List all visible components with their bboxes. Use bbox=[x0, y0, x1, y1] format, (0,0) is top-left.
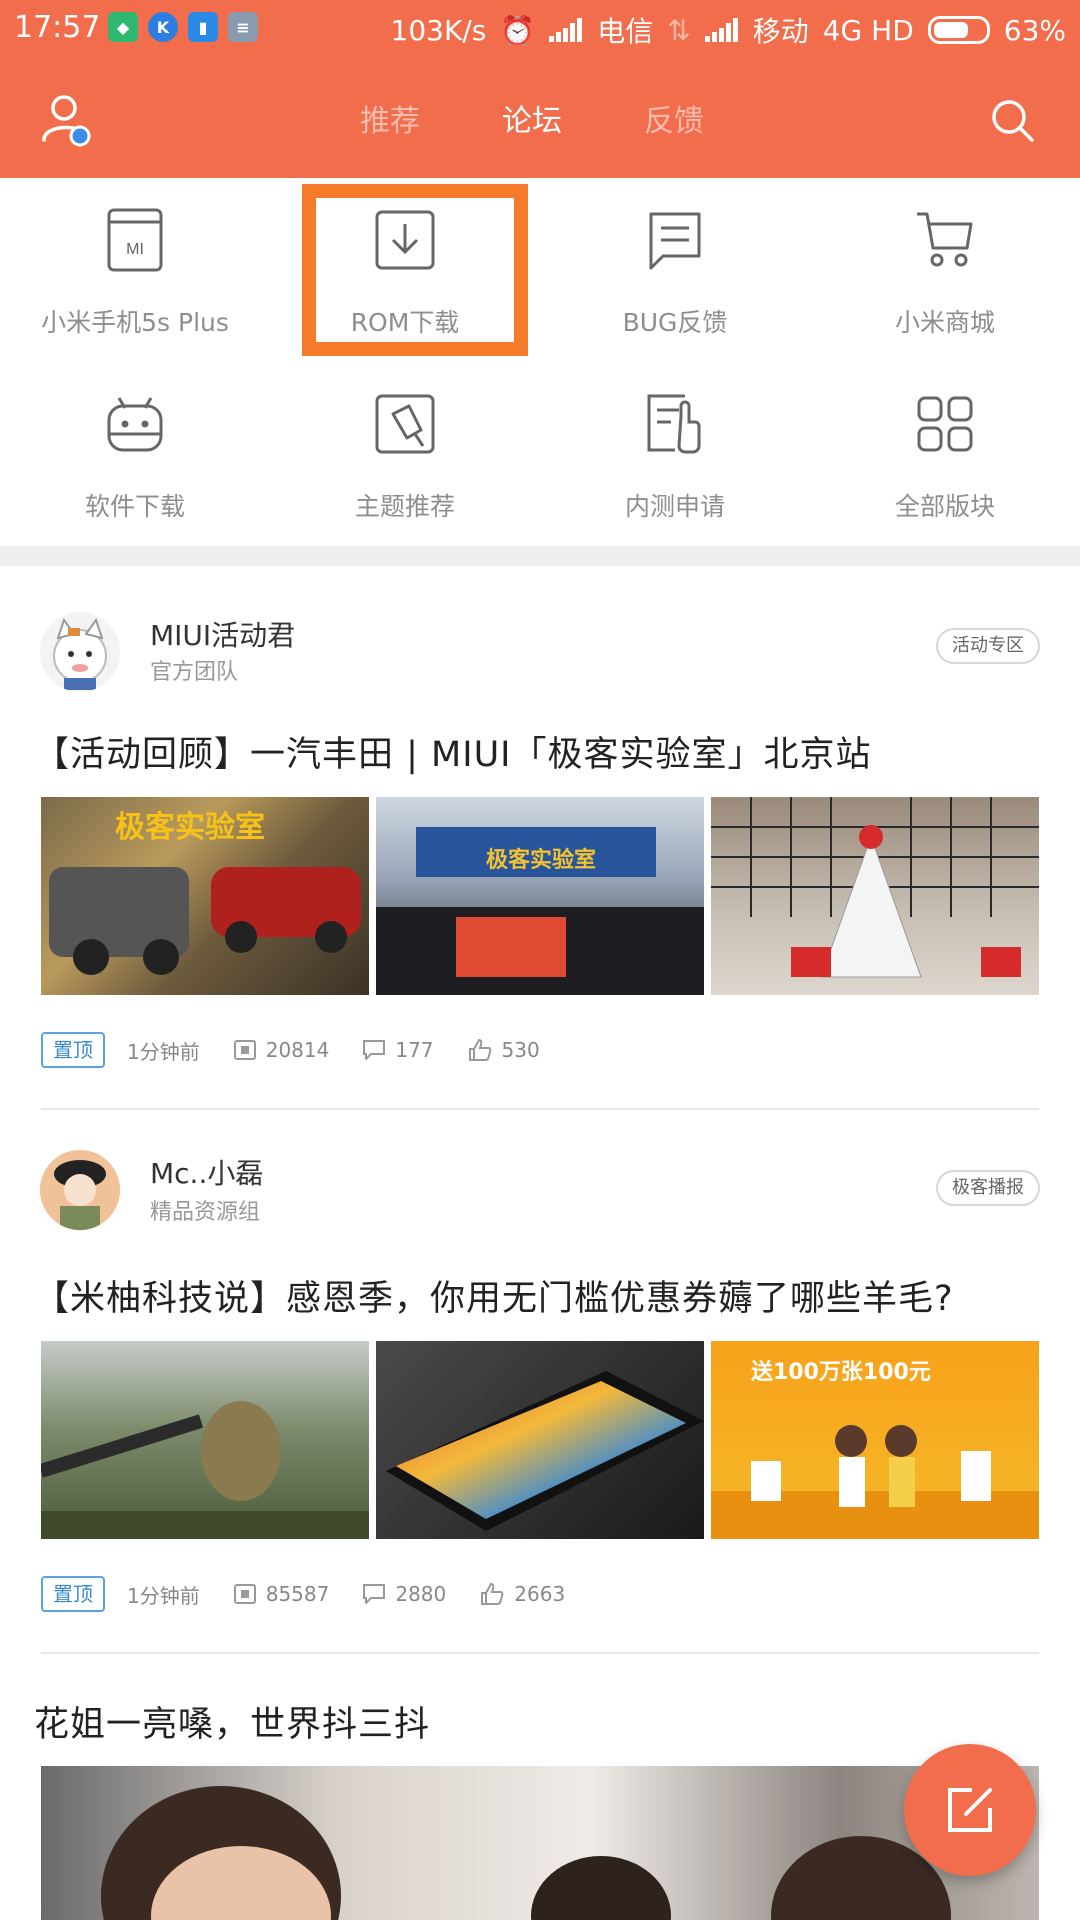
alarm-icon: ⏰ bbox=[500, 13, 536, 47]
battery-percent: 63% bbox=[1003, 13, 1066, 47]
theme-brush-icon bbox=[375, 394, 435, 454]
comment-count[interactable]: 2880 bbox=[363, 1582, 446, 1606]
k-app-icon: K bbox=[148, 12, 178, 42]
data-transfer-icon: ⇅ bbox=[667, 13, 691, 47]
post-meta: 置顶 1分钟前 20814 177 530 bbox=[41, 1032, 574, 1068]
tab-feedback[interactable]: 反馈 bbox=[644, 96, 704, 140]
tab-forum[interactable]: 论坛 bbox=[502, 96, 562, 140]
post-time: 1分钟前 bbox=[127, 1039, 200, 1064]
shortcut-themes[interactable]: 主题推荐 bbox=[270, 362, 540, 546]
android-icon bbox=[107, 397, 163, 452]
view-count: 85587 bbox=[233, 1582, 329, 1606]
post-image[interactable]: 极客实验室 bbox=[41, 797, 369, 995]
user-profile-icon[interactable] bbox=[40, 90, 100, 150]
shortcut-label: 小米手机5s Plus bbox=[41, 308, 229, 337]
post-title[interactable]: 【米柚科技说】感恩季，你用无门槛优惠券薅了哪些羊毛? bbox=[34, 1270, 954, 1321]
beta-apply-icon bbox=[647, 394, 701, 454]
post-image[interactable]: 送100万张100元 bbox=[711, 1341, 1039, 1539]
thumb-up-icon bbox=[468, 1039, 491, 1061]
author-group: 官方团队 bbox=[150, 660, 239, 685]
notification-icons: ◆ K ▮ ≡ bbox=[108, 12, 258, 42]
all-sections-icon bbox=[917, 396, 973, 452]
search-icon[interactable] bbox=[988, 96, 1036, 144]
comment-icon bbox=[363, 1584, 386, 1604]
like-count[interactable]: 2663 bbox=[480, 1582, 565, 1606]
shortcut-phone[interactable]: MI 小米手机5s Plus bbox=[0, 178, 270, 362]
shortcut-label: BUG反馈 bbox=[622, 308, 728, 337]
section-tag[interactable]: 活动专区 bbox=[936, 628, 1040, 664]
section-divider bbox=[0, 546, 1080, 566]
signal-icon bbox=[549, 18, 583, 42]
network-type: 4G HD bbox=[822, 13, 914, 47]
comment-count[interactable]: 177 bbox=[363, 1038, 434, 1062]
post-meta: 置顶 1分钟前 85587 2880 2663 bbox=[41, 1576, 599, 1612]
section-tag[interactable]: 极客播报 bbox=[936, 1170, 1040, 1206]
compose-post-button[interactable] bbox=[904, 1744, 1036, 1876]
shortcut-bug-feedback[interactable]: BUG反馈 bbox=[540, 178, 810, 362]
highlight-box bbox=[302, 184, 528, 356]
post-image[interactable] bbox=[711, 797, 1039, 995]
nav-tabs: 推荐 论坛 反馈 bbox=[360, 96, 704, 140]
pinned-badge: 置顶 bbox=[41, 1032, 105, 1068]
view-count: 20814 bbox=[233, 1038, 329, 1062]
shortcut-label: 软件下载 bbox=[84, 492, 185, 521]
pinned-badge: 置顶 bbox=[41, 1576, 105, 1612]
post-time: 1分钟前 bbox=[127, 1583, 200, 1608]
net-speed: 103K/s bbox=[390, 13, 487, 47]
file-app-icon: ▮ bbox=[188, 12, 218, 42]
svg-text:极客实验室: 极客实验室 bbox=[486, 847, 596, 873]
status-bar: 17:57 ◆ K ▮ ≡ 103K/s ⏰ 电信 ⇅ 移动 4G HD 63% bbox=[0, 0, 1080, 56]
carrier-2: 移动 bbox=[752, 15, 809, 48]
phone-icon: MI bbox=[107, 208, 163, 272]
comment-icon bbox=[363, 1040, 386, 1060]
tab-recommend[interactable]: 推荐 bbox=[360, 96, 420, 140]
post-title[interactable]: 【活动回顾】一汽丰田 | MIUI「极客实验室」北京站 bbox=[34, 726, 872, 777]
post-title[interactable]: 花姐一亮嗓，世界抖三抖 bbox=[34, 1696, 430, 1747]
shortcut-label: 小米商城 bbox=[894, 308, 995, 337]
post-image[interactable] bbox=[41, 1341, 369, 1539]
shortcut-all-sections[interactable]: 全部版块 bbox=[810, 362, 1080, 546]
notes-app-icon: ≡ bbox=[228, 12, 258, 42]
thumb-up-icon bbox=[481, 1583, 504, 1605]
avatar[interactable] bbox=[40, 1150, 120, 1230]
post-card[interactable]: MIUI活动君 官方团队 活动专区 【活动回顾】一汽丰田 | MIUI「极客实验… bbox=[0, 566, 1080, 1110]
svg-text:极客实验室: 极客实验室 bbox=[115, 810, 265, 845]
svg-text:MI: MI bbox=[126, 241, 144, 258]
battery-icon bbox=[927, 16, 990, 44]
shortcut-app-download[interactable]: 软件下载 bbox=[0, 362, 270, 546]
signal-icon-2 bbox=[704, 18, 739, 42]
shortcut-mi-store[interactable]: 小米商城 bbox=[810, 178, 1080, 362]
avatar[interactable] bbox=[40, 612, 120, 692]
views-icon bbox=[233, 1040, 256, 1060]
views-icon bbox=[233, 1584, 256, 1604]
post-image[interactable]: 极客实验室 bbox=[376, 797, 704, 995]
feedback-icon bbox=[649, 212, 701, 270]
post-images: 极客实验室 极客实验室 bbox=[41, 797, 1039, 995]
carrier-1: 电信 bbox=[597, 15, 654, 48]
post-images: 送100万张100元 bbox=[41, 1341, 1039, 1539]
shortcut-label: 内测申请 bbox=[624, 492, 725, 521]
post-image[interactable] bbox=[376, 1341, 704, 1539]
author-group: 精品资源组 bbox=[150, 1200, 261, 1225]
svg-text:送100万张100元: 送100万张100元 bbox=[751, 1359, 931, 1385]
author-name[interactable]: MIUI活动君 bbox=[150, 614, 295, 654]
edit-icon bbox=[948, 1788, 992, 1832]
status-time: 17:57 bbox=[14, 10, 101, 45]
like-count[interactable]: 530 bbox=[468, 1038, 540, 1062]
shortcut-beta-apply[interactable]: 内测申请 bbox=[540, 362, 810, 546]
app-header: 17:57 ◆ K ▮ ≡ 103K/s ⏰ 电信 ⇅ 移动 4G HD 63%… bbox=[0, 0, 1080, 178]
shield-app-icon: ◆ bbox=[108, 12, 138, 42]
shortcut-label: 主题推荐 bbox=[354, 492, 455, 521]
top-nav: 推荐 论坛 反馈 bbox=[0, 80, 1080, 160]
author-name[interactable]: Mc..小磊 bbox=[150, 1152, 263, 1192]
post-card[interactable]: Mc..小磊 精品资源组 极客播报 【米柚科技说】感恩季，你用无门槛优惠券薅了哪… bbox=[0, 1110, 1080, 1654]
shortcut-grid: MI 小米手机5s Plus ROM下载 BUG反馈 小米商城 软件下载 主题推… bbox=[0, 178, 1080, 546]
shortcut-label: 全部版块 bbox=[894, 492, 995, 521]
cart-icon bbox=[917, 212, 973, 267]
post-image[interactable] bbox=[41, 1766, 1039, 1920]
